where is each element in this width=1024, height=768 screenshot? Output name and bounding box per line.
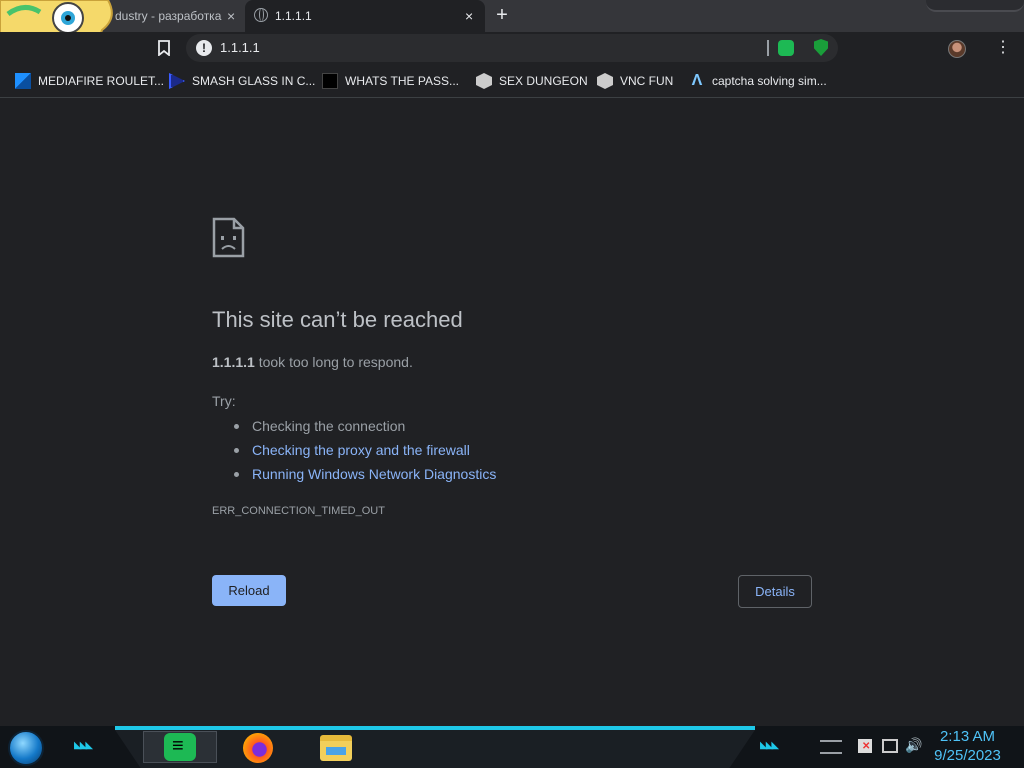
tab-title: dustry - разработка — [115, 9, 222, 23]
bookmark-item[interactable]: SMASH GLASS IN C... — [169, 72, 315, 90]
bookmark-item[interactable]: VNC FUN — [597, 72, 673, 90]
chevron-decoration-left: ◣◣◣ — [74, 740, 93, 751]
robot-icon — [322, 73, 338, 89]
tab-title: 1.1.1.1 — [275, 9, 312, 23]
error-message: 1.1.1.1 took too long to respond. — [212, 354, 413, 370]
suggestion-list: Checking the connection Checking the pro… — [232, 415, 496, 487]
error-title: This site can’t be reached — [212, 307, 463, 332]
tab-strip: dustry - разработка × 1.1.1.1 × + — [0, 0, 1024, 32]
taskbar: ◣◣◣ ◣◣◣ 🔊 2:13 AM 9/25/2023 — [0, 726, 1024, 768]
address-bar[interactable]: ! 1.1.1.1 — [186, 34, 838, 62]
suggestion-proxy-firewall-link[interactable]: Checking the proxy and the firewall — [232, 439, 496, 463]
network-icon[interactable] — [882, 739, 898, 753]
error-page: This site can’t be reached 1.1.1.1 took … — [0, 99, 1024, 726]
bookmarks-bar: MEDIAFIRE ROULET... SMASH GLASS IN C... … — [0, 64, 1024, 98]
bookmark-item[interactable]: Λ captcha solving sim... — [689, 72, 827, 90]
firefox-icon[interactable] — [243, 733, 273, 763]
clock-time[interactable]: 2:13 AM — [915, 728, 1020, 745]
start-button[interactable] — [8, 730, 44, 766]
bookmark-label: captcha solving sim... — [712, 74, 827, 88]
bookmark-label: SEX DUNGEON — [499, 74, 588, 88]
divider — [767, 40, 769, 56]
profile-avatar[interactable] — [948, 40, 966, 58]
taskbar-glow — [115, 726, 755, 730]
suggestion-check-connection: Checking the connection — [232, 415, 496, 439]
error-code: ERR_CONNECTION_TIMED_OUT — [212, 505, 385, 517]
bookmark-item[interactable]: MEDIAFIRE ROULET... — [15, 72, 164, 90]
details-button[interactable]: Details — [738, 575, 812, 608]
desktop-screen: dustry - разработка × 1.1.1.1 × + ! 1.1.… — [0, 0, 1024, 768]
error-message-text: took too long to respond. — [254, 354, 413, 370]
url-text[interactable]: 1.1.1.1 — [220, 40, 260, 55]
bookmark-label: SMASH GLASS IN C... — [192, 74, 316, 88]
bookmark-label: VNC FUN — [620, 74, 674, 88]
flag-alert-icon[interactable] — [858, 739, 872, 753]
window-controls[interactable] — [926, 0, 1024, 12]
reload-button[interactable]: Reload — [212, 575, 286, 606]
site-info-icon[interactable]: ! — [196, 40, 212, 56]
vscode-icon — [169, 73, 185, 89]
chevron-decoration-right: ◣◣◣ — [760, 740, 779, 751]
bookmark-item[interactable]: WHATS THE PASS... — [322, 72, 459, 90]
browser-toolbar: ! 1.1.1.1 ⋮ — [0, 32, 1024, 64]
bookmark-item[interactable]: SEX DUNGEON — [476, 72, 588, 90]
extension-icon[interactable] — [778, 40, 794, 56]
mediafire-icon — [15, 73, 31, 89]
close-tab-icon[interactable]: × — [465, 8, 473, 24]
sad-page-icon — [212, 217, 245, 258]
spotify-icon[interactable] — [164, 733, 196, 761]
error-host: 1.1.1.1 — [212, 354, 255, 370]
shield-extension-icon[interactable] — [814, 39, 828, 56]
bookmark-label: WHATS THE PASS... — [345, 74, 460, 88]
hex-icon — [476, 73, 492, 89]
suggestion-network-diagnostics-link[interactable]: Running Windows Network Diagnostics — [232, 463, 496, 487]
hex-icon — [597, 73, 613, 89]
bookmark-label: MEDIAFIRE ROULET... — [38, 74, 165, 88]
try-label: Try: — [212, 393, 236, 409]
browser-menu-icon[interactable]: ⋮ — [995, 38, 1011, 58]
globe-icon — [254, 8, 268, 22]
action-center-icon[interactable] — [820, 740, 842, 754]
tab-active[interactable]: 1.1.1.1 × — [245, 0, 485, 32]
lambda-icon: Λ — [691, 72, 703, 89]
bookmark-icon[interactable] — [157, 40, 171, 56]
file-explorer-icon[interactable] — [320, 735, 352, 761]
new-tab-button[interactable]: + — [491, 4, 513, 26]
clock-date[interactable]: 9/25/2023 — [915, 747, 1020, 764]
close-tab-icon[interactable]: × — [227, 8, 235, 24]
